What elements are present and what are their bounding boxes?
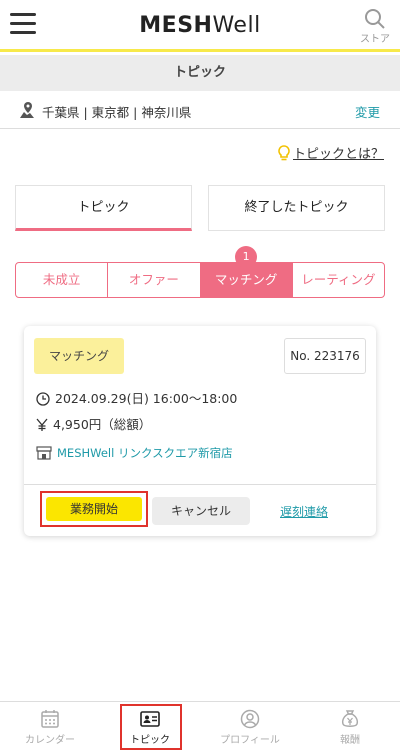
tab-ended-topic[interactable]: 終了したトピック — [208, 185, 385, 231]
datetime-row: 2024.09.29(日) 16:00〜18:00 — [36, 388, 237, 407]
filter-offer[interactable]: オファー — [108, 263, 201, 297]
selected-areas: 千葉県 | 東京都 | 神奈川県 — [42, 105, 192, 120]
nav-profile[interactable]: プロフィール — [200, 702, 300, 752]
late-contact-link[interactable]: 遅刻連絡 — [280, 503, 328, 520]
status-badge: マッチング — [34, 338, 124, 374]
filter-rating[interactable]: レーティング — [293, 263, 384, 297]
filter-matching-label: マッチング — [214, 272, 278, 287]
cancel-button[interactable]: キャンセル — [152, 497, 250, 525]
money-bag-icon — [341, 710, 359, 727]
lightbulb-icon — [278, 145, 290, 161]
yen-icon — [36, 418, 48, 431]
price-row: 4,950円（総額） — [36, 414, 151, 433]
start-work-button[interactable]: 業務開始 — [46, 497, 142, 521]
app-logo: MESHWell — [139, 13, 261, 38]
search-icon — [365, 9, 385, 29]
map-pin-icon — [20, 102, 34, 118]
bottom-nav: カレンダー トピック プロフィール 報酬 — [0, 701, 400, 752]
nav-profile-label: プロフィール — [220, 735, 280, 746]
store-link[interactable]: MESHWell リンクスクエア新宿店 — [36, 445, 233, 461]
filter-matching[interactable]: マッチング 1 — [200, 246, 293, 297]
status-filter: 未成立 オファー マッチング 1 レーティング — [15, 246, 385, 298]
matching-count-badge: 1 — [235, 246, 258, 268]
store-label: ストア — [360, 34, 390, 45]
change-area-link[interactable]: 変更 — [355, 102, 380, 121]
calendar-icon — [41, 710, 59, 728]
filter-unmatched[interactable]: 未成立 — [16, 263, 109, 297]
start-work-button-highlight: 業務開始 — [40, 491, 148, 527]
price-text: 4,950円（総額） — [53, 417, 152, 432]
clock-icon — [36, 392, 50, 406]
profile-icon — [240, 709, 260, 729]
shop-icon — [36, 446, 52, 460]
nav-calendar[interactable]: カレンダー — [0, 702, 100, 752]
topic-number: No. 223176 — [284, 338, 366, 374]
page-title: トピック — [0, 55, 400, 91]
tab-topic[interactable]: トピック — [15, 185, 192, 231]
nav-reward-label: 報酬 — [340, 735, 360, 746]
nav-calendar-label: カレンダー — [25, 735, 75, 746]
store-name: MESHWell リンクスクエア新宿店 — [57, 446, 233, 460]
area-bar: 千葉県 | 東京都 | 神奈川県 変更 — [0, 91, 400, 129]
nav-topic-highlight — [120, 704, 182, 750]
card-divider — [24, 484, 376, 485]
topic-card[interactable]: マッチング No. 223176 2024.09.29(日) 16:00〜18:… — [24, 326, 376, 536]
datetime-text: 2024.09.29(日) 16:00〜18:00 — [55, 391, 238, 406]
what-is-topic-link[interactable]: トピックとは？ — [277, 143, 384, 162]
app-header: MESHWell ストア — [0, 0, 400, 52]
store-button[interactable]: ストア — [358, 8, 392, 45]
nav-reward[interactable]: 報酬 — [300, 702, 400, 752]
